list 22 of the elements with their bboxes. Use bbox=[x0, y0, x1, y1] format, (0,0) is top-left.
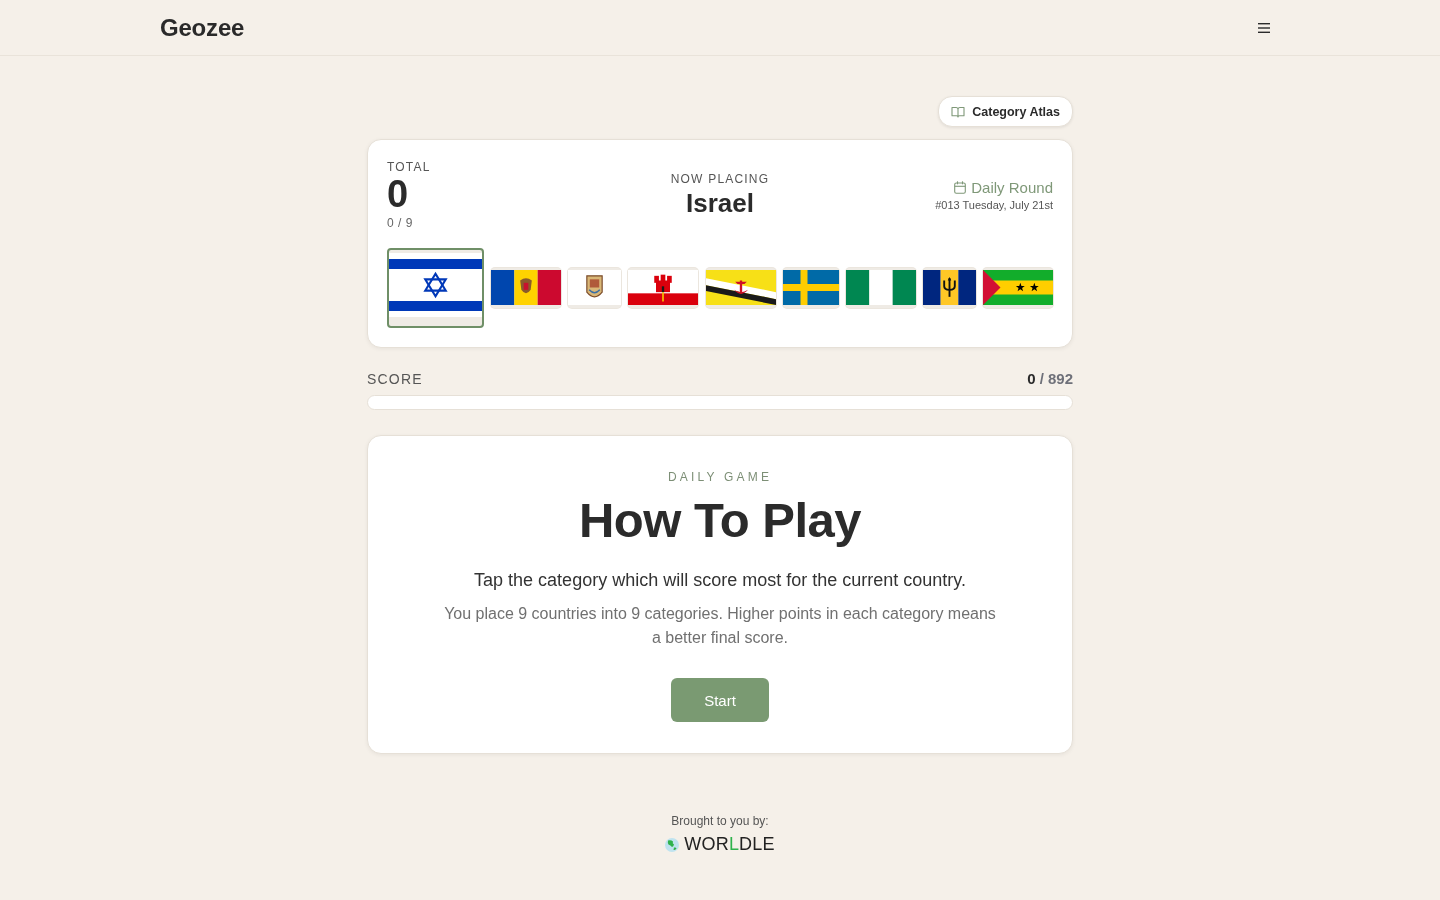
book-icon bbox=[951, 105, 966, 118]
country-name: Israel bbox=[686, 188, 754, 219]
total-value: 0 bbox=[387, 174, 409, 214]
menu-icon[interactable] bbox=[1258, 22, 1270, 33]
score-points: 0 bbox=[1027, 370, 1036, 387]
now-placing-label: NOW PLACING bbox=[670, 172, 770, 186]
description-text: You place 9 countries into 9 categories. Higher points in each category means a better final score. bbox=[443, 604, 997, 648]
total-label: TOTAL bbox=[387, 160, 431, 174]
score-max: / 892 bbox=[1039, 370, 1073, 387]
calendar-icon bbox=[954, 181, 967, 194]
card-title: How To Play bbox=[578, 492, 862, 549]
category-atlas-button[interactable]: Category Atlas bbox=[938, 96, 1073, 127]
placed-count: 0 / 9 bbox=[387, 216, 413, 230]
instruction-text: Tap the category which will score most for the current country. bbox=[474, 570, 966, 591]
site-logo[interactable]: Geozee bbox=[160, 13, 245, 42]
credit-text: Brought to you by: bbox=[671, 814, 769, 828]
score-label: SCORE bbox=[367, 370, 423, 387]
round-date: #013 Tuesday, July 21st bbox=[935, 199, 1053, 211]
brand-wordmark[interactable]: WORLDLE bbox=[684, 834, 775, 855]
eyebrow-label: DAILY GAME bbox=[667, 470, 773, 484]
round-title: Daily Round bbox=[971, 179, 1053, 196]
israel-flag-icon bbox=[389, 253, 482, 317]
